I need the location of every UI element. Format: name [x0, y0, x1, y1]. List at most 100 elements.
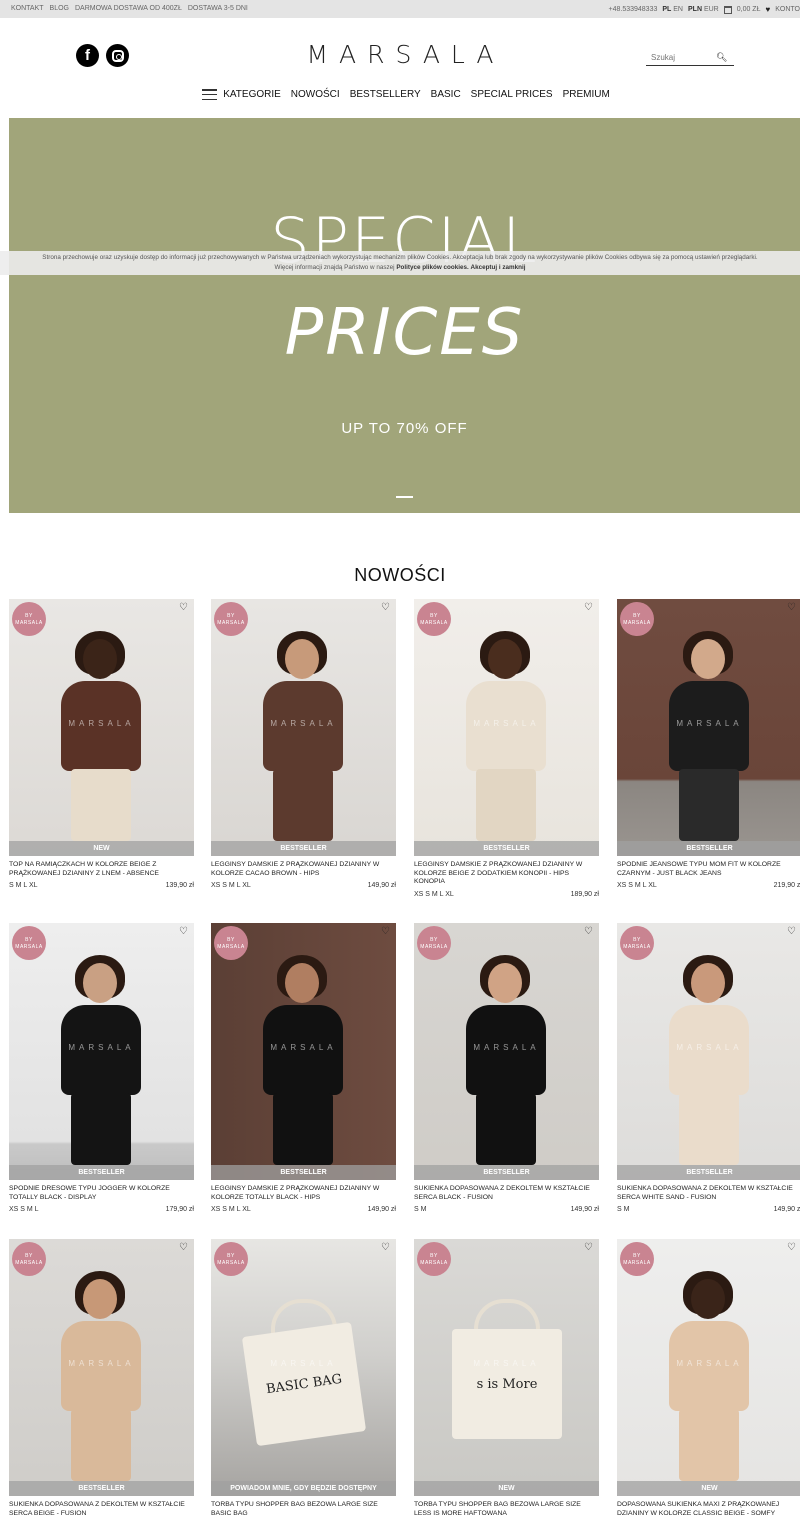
product-card[interactable]: MARSALA BY MARSALA ♡ BESTSELLER LEGGINSY DAM… — [414, 599, 599, 898]
blog-link[interactable]: BLOG — [50, 5, 69, 12]
wishlist-heart-icon[interactable]: ♡ — [584, 1242, 593, 1253]
product-name[interactable]: SUKIENKA DOPASOWANA Z DEKOLTEM W KSZTAŁC… — [9, 1501, 194, 1518]
wishlist-heart-icon[interactable]: ♡ — [787, 926, 796, 937]
brand-badge: BY MARSALA — [620, 602, 654, 636]
wishlist-heart-icon[interactable]: ♡ — [584, 602, 593, 613]
product-meta: XS S M L XL 149,90 zł — [211, 882, 396, 889]
brand-badge: BY MARSALA — [214, 1242, 248, 1276]
model-legs — [71, 1093, 131, 1165]
hero-title-line2: PRICES — [284, 296, 525, 370]
account-link[interactable]: KONTO — [775, 6, 800, 13]
nav-item-basic[interactable]: BASIC — [431, 89, 461, 100]
product-price: 219,90 zł — [773, 882, 800, 889]
watermark: MARSALA — [68, 719, 135, 728]
hero-banner[interactable]: SPECIAL PRICES UP TO 70% OFF — [9, 118, 800, 513]
product-image[interactable]: MARSALA BY MARSALA ♡ NEW — [9, 599, 194, 856]
product-card[interactable]: s is More MARSALA BY MARSALA ♡ NEW TORBA TYPU… — [414, 1239, 599, 1518]
product-image[interactable]: MARSALA BY MARSALA ♡ BESTSELLER — [617, 599, 800, 856]
nav-item-bestsellers[interactable]: BESTSELLERY — [350, 89, 421, 100]
product-tag: BESTSELLER — [211, 841, 396, 856]
product-name[interactable]: TORBA TYPU SHOPPER BAG BEŻOWA LARGE SIZE… — [414, 1501, 599, 1518]
product-image[interactable]: MARSALA BY MARSALA ♡ BESTSELLER — [211, 923, 396, 1180]
wishlist-heart-icon[interactable]: ♡ — [179, 926, 188, 937]
tote-bag: BASIC BAG — [241, 1321, 367, 1447]
model-legs — [476, 1093, 536, 1165]
cookie-more-info: Więcej informacji znajdą Państwo w nasze… — [274, 264, 395, 271]
lang-en[interactable]: EN — [673, 6, 683, 13]
currency-eur[interactable]: EUR — [704, 6, 719, 13]
product-card[interactable]: BASIC BAG MARSALA BY MARSALA ♡ POWIADOM MNIE… — [211, 1239, 396, 1518]
product-card[interactable]: MARSALA BY MARSALA ♡ BESTSELLER SUKIENKA DOP… — [414, 923, 599, 1213]
product-name[interactable]: TORBA TYPU SHOPPER BAG BEŻOWA LARGE SIZE… — [211, 1501, 396, 1518]
search-input[interactable] — [646, 53, 716, 62]
search-icon[interactable]: 🔍︎ — [716, 52, 727, 63]
brand-badge: BY MARSALA — [12, 1242, 46, 1276]
product-image[interactable]: MARSALA BY MARSALA ♡ BESTSELLER — [9, 923, 194, 1180]
nav-item-premium[interactable]: PREMIUM — [563, 89, 610, 100]
product-image[interactable]: MARSALA BY MARSALA ♡ BESTSELLER — [414, 923, 599, 1180]
product-name[interactable]: LEGGINSY DAMSKIE Z PRĄŻKOWANEJ DZIANINY … — [211, 861, 396, 878]
cart-total[interactable]: 0,00 ZŁ — [737, 6, 761, 13]
nav-item-new[interactable]: NOWOŚCI — [291, 89, 340, 100]
product-name[interactable]: LEGGINSY DAMSKIE Z PRĄŻKOWANEJ DZIANINY … — [414, 861, 599, 887]
model-head — [488, 639, 522, 679]
model-head — [691, 639, 725, 679]
currency-pln[interactable]: PLN — [688, 6, 702, 13]
product-card[interactable]: MARSALA BY MARSALA ♡ BESTSELLER SPODNIE JEAN… — [617, 599, 800, 889]
model-head — [83, 639, 117, 679]
product-image[interactable]: MARSALA BY MARSALA ♡ BESTSELLER — [414, 599, 599, 856]
model-head — [83, 1279, 117, 1319]
product-card[interactable]: MARSALA BY MARSALA ♡ BESTSELLER SUKIENKA DOP… — [9, 1239, 194, 1518]
product-name[interactable]: TOP NA RAMIĄCZKACH W KOLORZE BEIGE Z PRĄ… — [9, 861, 194, 878]
product-price: 179,90 zł — [165, 1206, 194, 1213]
product-card[interactable]: MARSALA BY MARSALA ♡ NEW DOPASOWANA SUKIENKA… — [617, 1239, 800, 1518]
contact-link[interactable]: KONTAKT — [11, 5, 44, 12]
wishlist-heart-icon[interactable]: ♥ — [765, 5, 770, 14]
slider-indicator[interactable] — [396, 496, 413, 498]
model-legs — [679, 769, 739, 841]
brand-badge: BY MARSALA — [417, 602, 451, 636]
product-image[interactable]: MARSALA BY MARSALA ♡ NEW — [617, 1239, 800, 1496]
product-card[interactable]: MARSALA BY MARSALA ♡ NEW TOP NA RAMIĄCZKACH … — [9, 599, 194, 889]
product-name[interactable]: SPODNIE JEANSOWE TYPU MOM FIT W KOLORZE … — [617, 861, 800, 878]
product-card[interactable]: MARSALA BY MARSALA ♡ BESTSELLER LEGGINSY DAM… — [211, 923, 396, 1213]
brand-badge: BY MARSALA — [12, 926, 46, 960]
wishlist-heart-icon[interactable]: ♡ — [381, 602, 390, 613]
nav-item-categories[interactable]: KATEGORIE — [202, 89, 281, 100]
brand-badge: BY MARSALA — [12, 602, 46, 636]
wishlist-heart-icon[interactable]: ♡ — [179, 1242, 188, 1253]
model-legs — [679, 1409, 739, 1481]
product-name[interactable]: LEGGINSY DAMSKIE Z PRĄŻKOWANEJ DZIANINY … — [211, 1185, 396, 1202]
product-card[interactable]: MARSALA BY MARSALA ♡ BESTSELLER LEGGINSY DAM… — [211, 599, 396, 889]
product-card[interactable]: MARSALA BY MARSALA ♡ BESTSELLER SUKIENKA DOP… — [617, 923, 800, 1213]
wishlist-heart-icon[interactable]: ♡ — [787, 602, 796, 613]
watermark: MARSALA — [270, 1359, 337, 1368]
product-name[interactable]: SUKIENKA DOPASOWANA Z DEKOLTEM W KSZTAŁC… — [414, 1185, 599, 1202]
product-image[interactable]: MARSALA BY MARSALA ♡ BESTSELLER — [211, 599, 396, 856]
wishlist-heart-icon[interactable]: ♡ — [381, 926, 390, 937]
product-name[interactable]: SUKIENKA DOPASOWANA Z DEKOLTEM W KSZTAŁC… — [617, 1185, 800, 1202]
phone-number[interactable]: +48.533948333 — [609, 6, 658, 13]
hamburger-icon[interactable] — [202, 89, 218, 100]
wishlist-heart-icon[interactable]: ♡ — [381, 1242, 390, 1253]
wishlist-heart-icon[interactable]: ♡ — [584, 926, 593, 937]
product-name[interactable]: SPODNIE DRESOWE TYPU JOGGER W KOLORZE TO… — [9, 1185, 194, 1202]
lang-pl[interactable]: PL — [662, 6, 671, 13]
model-head — [691, 1279, 725, 1319]
top-links: KONTAKT BLOG DARMOWA DOSTAWA OD 400ZŁ DO… — [11, 5, 248, 12]
product-image[interactable]: BASIC BAG MARSALA BY MARSALA ♡ POWIADOM MNIE… — [211, 1239, 396, 1496]
product-image[interactable]: s is More MARSALA BY MARSALA ♡ NEW — [414, 1239, 599, 1496]
nav-item-special-prices[interactable]: SPECIAL PRICES — [471, 89, 553, 100]
cookie-policy-link[interactable]: Polityce plików cookies. — [396, 264, 468, 271]
product-image[interactable]: MARSALA BY MARSALA ♡ BESTSELLER — [617, 923, 800, 1180]
product-sizes: XS S M L — [9, 1206, 39, 1213]
brand-badge: BY MARSALA — [417, 1242, 451, 1276]
cart-icon[interactable] — [723, 5, 732, 14]
watermark: MARSALA — [676, 1359, 743, 1368]
product-card[interactable]: MARSALA BY MARSALA ♡ BESTSELLER SPODNIE DRES… — [9, 923, 194, 1213]
product-image[interactable]: MARSALA BY MARSALA ♡ BESTSELLER — [9, 1239, 194, 1496]
wishlist-heart-icon[interactable]: ♡ — [179, 602, 188, 613]
cookie-accept-button[interactable]: Akceptuj i zamknij — [471, 264, 526, 271]
wishlist-heart-icon[interactable]: ♡ — [787, 1242, 796, 1253]
product-name[interactable]: DOPASOWANA SUKIENKA MAXI Z PRĄŻKOWANEJ D… — [617, 1501, 800, 1518]
